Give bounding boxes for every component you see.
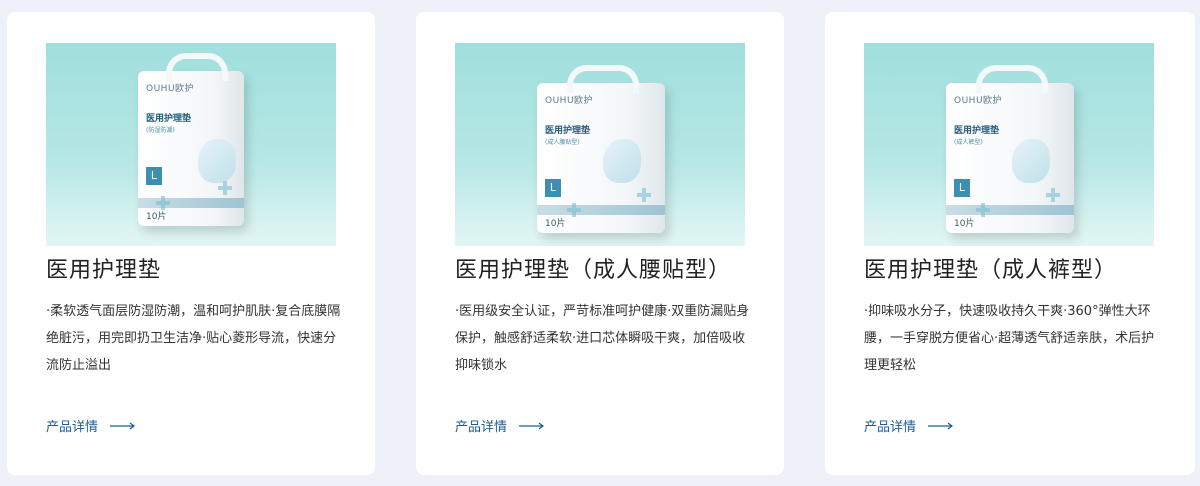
package-illustration: OUHU欧护 医用护理垫 (防湿防潮) L 10片: [138, 53, 244, 226]
product-card[interactable]: OUHU欧护 医用护理垫 (防湿防潮) L 10片 医用护理垫 ·柔软透气面层防…: [7, 12, 375, 475]
arrow-right-icon: [519, 422, 545, 429]
product-image[interactable]: OUHU欧护 医用护理垫 (防湿防潮) L 10片: [46, 43, 336, 246]
product-details-link[interactable]: 产品详情: [46, 416, 136, 435]
product-card[interactable]: OUHU欧护 医用护理垫 (成人腰贴型) L 10片 医用护理垫（成人腰贴型） …: [416, 12, 784, 475]
product-description: ·医用级安全认证，严苛标准呵护健康·双重防漏贴身保护，触感舒适柔软·进口芯体瞬吸…: [455, 304, 750, 373]
package-illustration: OUHU欧护 医用护理垫 (成人裤型) L 10片: [946, 65, 1074, 233]
product-image[interactable]: OUHU欧护 医用护理垫 (成人腰贴型) L 10片: [455, 43, 745, 246]
arrow-right-icon: [110, 422, 136, 429]
product-title[interactable]: 医用护理垫（成人裤型）: [864, 252, 1117, 284]
product-details-link[interactable]: 产品详情: [864, 416, 954, 435]
product-details-label: 产品详情: [46, 420, 99, 435]
arrow-right-icon: [928, 422, 954, 429]
product-description: ·抑味吸水分子，快速吸收持久干爽·360°弹性大环腰，一手穿脱方便省心·超薄透气…: [864, 304, 1155, 373]
package-illustration: OUHU欧护 医用护理垫 (成人腰贴型) L 10片: [537, 65, 665, 233]
product-title[interactable]: 医用护理垫: [46, 252, 161, 284]
product-image[interactable]: OUHU欧护 医用护理垫 (成人裤型) L 10片: [864, 43, 1154, 246]
product-title[interactable]: 医用护理垫（成人腰贴型）: [455, 252, 731, 284]
product-details-link[interactable]: 产品详情: [455, 416, 545, 435]
product-description: ·柔软透气面层防湿防潮，温和呵护肌肤·复合底膜隔绝脏污，用完即扔卫生洁净·贴心菱…: [46, 304, 341, 373]
product-details-label: 产品详情: [864, 420, 917, 435]
product-details-label: 产品详情: [455, 420, 508, 435]
product-card[interactable]: OUHU欧护 医用护理垫 (成人裤型) L 10片 医用护理垫（成人裤型） ·抑…: [825, 12, 1195, 475]
